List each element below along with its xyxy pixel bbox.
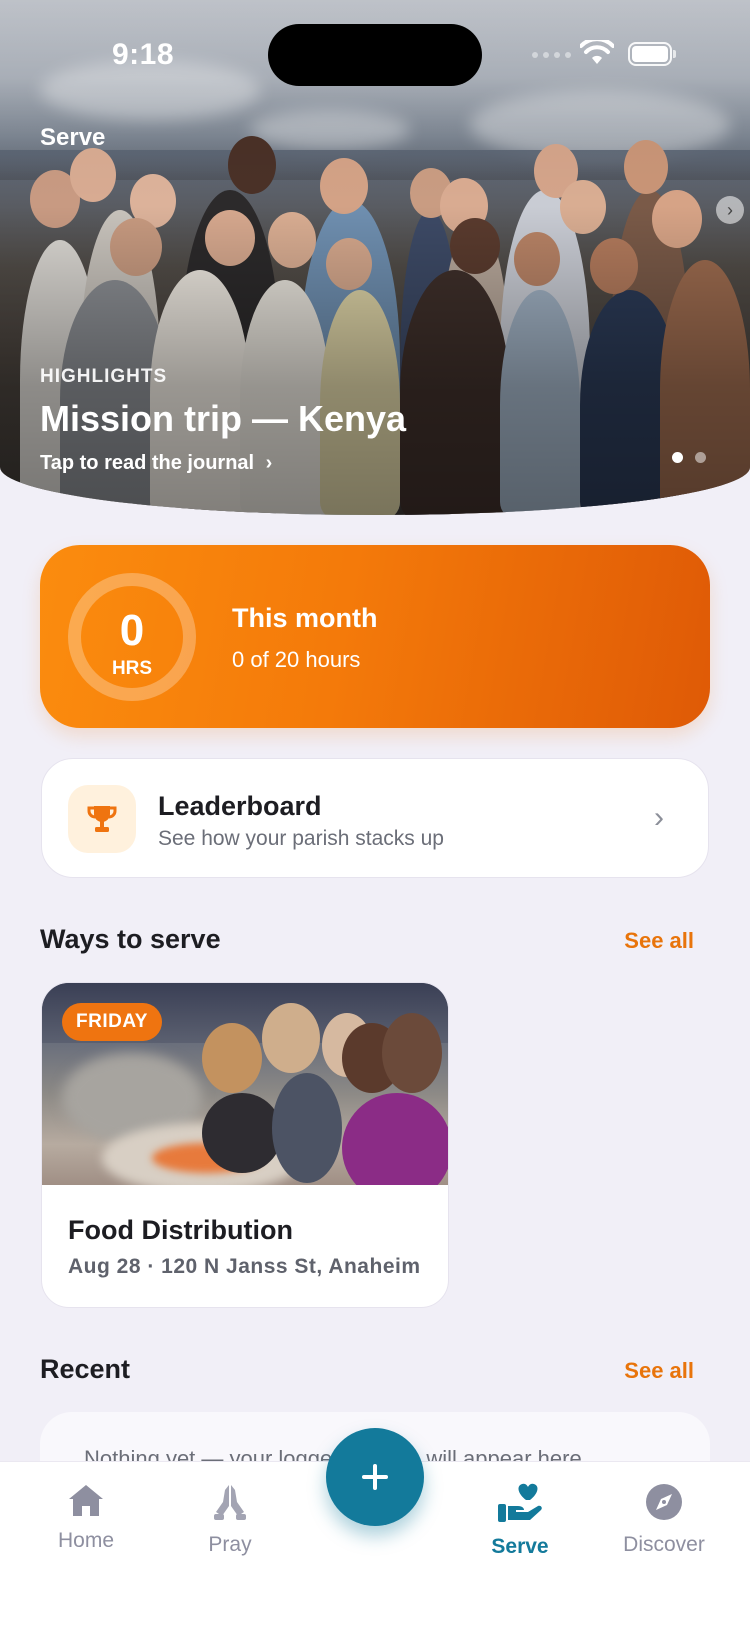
serve-card-meta: Aug 28 · 120 N Janss St, Anaheim	[68, 1255, 421, 1278]
tab-pray[interactable]: Pray	[170, 1482, 290, 1557]
recent-title: Recent	[40, 1354, 131, 1384]
day-badge: FRIDAY	[62, 1003, 162, 1041]
hours-value: 0	[119, 606, 145, 655]
ways-to-serve-see-all-link[interactable]: See all	[624, 928, 694, 954]
recent-see-all-link[interactable]: See all	[624, 1358, 694, 1384]
chevron-right-icon: ›	[654, 801, 664, 834]
add-button[interactable]	[326, 1428, 424, 1526]
monthly-hours-card[interactable]: 0 HRS This month 0 of 20 hours	[40, 545, 710, 728]
chevron-right-icon: ›	[265, 452, 273, 474]
hours-progress-ring: 0 HRS	[68, 573, 196, 701]
tab-serve[interactable]: Serve	[460, 1482, 580, 1559]
dynamic-island	[268, 24, 482, 86]
serve-opportunity-card[interactable]: FRIDAY Food Distribution Aug 28 · 120 N …	[41, 982, 449, 1308]
page-dot-active[interactable]	[672, 452, 683, 463]
home-icon	[69, 1485, 103, 1516]
chevron-right-icon[interactable]: ›	[716, 196, 744, 224]
hero-page-indicator[interactable]	[672, 452, 706, 463]
hero-title: Mission trip — Kenya	[40, 398, 407, 439]
tab-discover[interactable]: Discover	[604, 1482, 724, 1557]
hours-unit: HRS	[111, 658, 153, 679]
battery-icon	[628, 42, 676, 66]
serve-hand-heart-icon	[498, 1483, 542, 1522]
hero-eyebrow: HIGHLIGHTS	[40, 366, 168, 387]
hours-title: This month	[232, 603, 378, 633]
wifi-icon	[580, 40, 614, 64]
signal-icon	[532, 52, 571, 58]
leaderboard-title: Leaderboard	[158, 791, 322, 821]
hero-journal-link[interactable]: Tap to read the journal ›	[40, 452, 272, 475]
trophy-icon	[68, 785, 136, 853]
page-dot[interactable]	[695, 452, 706, 463]
ways-to-serve-title: Ways to serve	[40, 924, 221, 954]
hours-subtitle: 0 of 20 hours	[232, 647, 361, 672]
leaderboard-card[interactable]: Leaderboard See how your parish stacks u…	[41, 758, 709, 878]
serve-card-title: Food Distribution	[68, 1215, 293, 1245]
tab-home[interactable]: Home	[26, 1482, 146, 1553]
compass-icon	[646, 1484, 682, 1520]
praying-hands-icon	[214, 1485, 246, 1520]
status-time: 9:18	[112, 38, 175, 71]
hero-section-title: Serve	[40, 124, 106, 151]
leaderboard-subtitle: See how your parish stacks up	[158, 827, 444, 850]
plus-icon	[362, 1464, 388, 1490]
